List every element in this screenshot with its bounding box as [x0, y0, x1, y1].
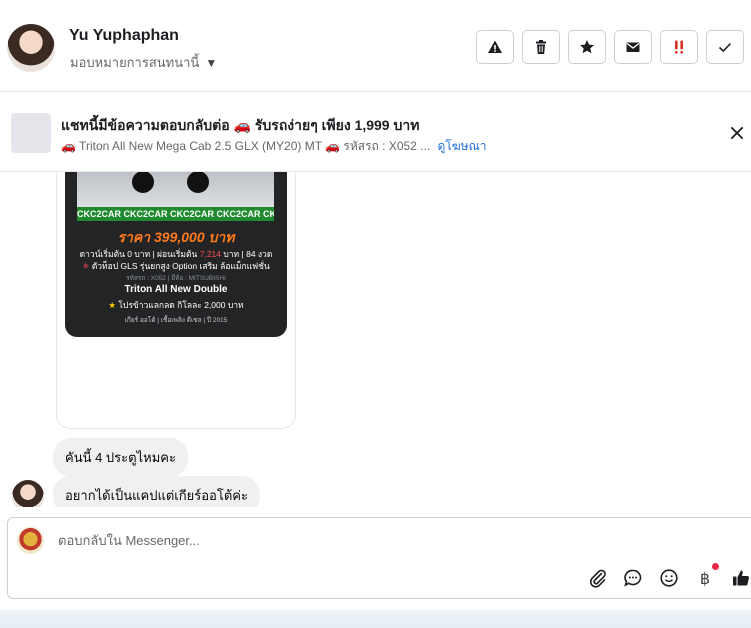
smiley-icon — [660, 569, 678, 587]
delete-button[interactable] — [522, 30, 560, 64]
contact-avatar[interactable] — [7, 24, 55, 72]
poster-feature-line: ✳ ตัวท็อป GLS รุ่นยกสูง Option เสริม ล้อ… — [65, 259, 287, 273]
poster-installment: 7,214 — [199, 249, 222, 259]
star-icon: ★ — [108, 300, 116, 310]
reply-composer: ฿ — [7, 517, 751, 599]
mark-done-button[interactable] — [706, 30, 744, 64]
report-spam-button[interactable] — [476, 30, 514, 64]
wheel-shape — [187, 172, 209, 193]
double-exclamation-icon — [675, 40, 683, 54]
wheel-shape — [132, 172, 154, 193]
header-toolbar — [476, 30, 744, 64]
warning-icon — [488, 40, 502, 53]
asterisk-icon: ✳ — [82, 261, 90, 271]
assign-conversation-dropdown[interactable]: มอบหมายการสนทนานี้ ▼ — [70, 52, 217, 73]
checkmark-icon — [718, 42, 732, 53]
incoming-message-bubble[interactable]: อยากได้เป็นแคปแต่เกียร์ออโต้ค่ะ — [53, 476, 260, 507]
car-ad-poster-image[interactable]: CKC2CAR CKC2CAR CKC2CAR CKC2CAR CKC2CAR … — [65, 172, 287, 337]
sender-avatar[interactable] — [12, 480, 44, 507]
chat-bubble-icon — [624, 569, 642, 587]
poster-promo-line: ★ โปรข้าวแลกลด กิโลละ 2,000 บาท — [65, 298, 287, 312]
poster-feature-text: ตัวท็อป GLS รุ่นยกสูง Option เสริม ล้อแม… — [91, 261, 270, 271]
page-footer-band — [0, 610, 751, 628]
message-thread[interactable]: CKC2CAR CKC2CAR CKC2CAR CKC2CAR CKC2CAR … — [0, 172, 751, 507]
attach-button[interactable] — [587, 567, 609, 589]
emoji-button[interactable] — [658, 567, 680, 589]
mark-unread-button[interactable] — [614, 30, 652, 64]
trash-icon — [536, 40, 546, 54]
thumbs-up-icon — [733, 570, 749, 586]
like-button[interactable] — [730, 567, 751, 589]
view-ad-link[interactable]: ดูโฆษณา — [438, 139, 487, 153]
poster-finance-tail: บาท | 84 งวด — [223, 249, 273, 259]
ad-thumbnail[interactable] — [11, 113, 51, 153]
paperclip-icon — [589, 569, 606, 588]
notification-dot — [712, 563, 719, 570]
poster-code-line: รหัสรถ : X052 | ยี่ห้อ : MITSUBISHI — [126, 275, 226, 282]
ad-subtitle-text: 🚗 Triton All New Mega Cab 2.5 GLX (MY20)… — [61, 139, 431, 153]
poster-price: ราคา 399,000 บาท — [117, 229, 235, 245]
caret-down-icon: ▼ — [205, 55, 218, 70]
poster-promo-text: โปรข้าวแลกลด กิโลละ 2,000 บาท — [118, 300, 244, 310]
baht-icon: ฿ — [699, 568, 711, 588]
shared-attachment-card[interactable]: CKC2CAR CKC2CAR CKC2CAR CKC2CAR CKC2CAR … — [56, 172, 296, 429]
envelope-icon — [626, 42, 640, 52]
page-avatar — [17, 527, 44, 554]
star-button[interactable] — [568, 30, 606, 64]
contact-name[interactable]: Yu Yuphaphan — [69, 27, 179, 45]
ad-context-bar: แชทนี้มีข้อความตอบกลับต่อ 🚗 รับรถง่ายๆ เ… — [0, 92, 751, 172]
reply-input[interactable] — [56, 532, 580, 549]
follow-up-button[interactable] — [660, 30, 698, 64]
incoming-message-bubble[interactable]: คันนี้ 4 ประตูไหมคะ — [53, 438, 188, 477]
poster-finance-text: ดาวน์เริ่มต้น 0 บาท | ผ่อนเริ่มต้น — [79, 249, 198, 259]
poster-spec-line: เกียร์ ออโต้ | เชื้อเพลิง ดีเซล | ปี 201… — [124, 317, 228, 324]
saved-replies-button[interactable] — [622, 567, 644, 589]
star-icon — [580, 40, 594, 54]
poster-model-name: Triton All New Double — [124, 284, 228, 295]
ad-title: แชทนี้มีข้อความตอบกลับต่อ 🚗 รับรถง่ายๆ เ… — [61, 117, 420, 133]
conversation-header: Yu Yuphaphan มอบหมายการสนทนานี้ ▼ — [0, 0, 751, 92]
payment-button[interactable]: ฿ — [694, 567, 716, 589]
assign-label: มอบหมายการสนทนานี้ — [70, 55, 200, 70]
poster-brand-strip: CKC2CAR CKC2CAR CKC2CAR CKC2CAR CKC2CAR — [77, 207, 274, 221]
close-icon[interactable] — [728, 124, 746, 142]
car-photo — [77, 172, 274, 207]
ad-subtitle: 🚗 Triton All New Mega Cab 2.5 GLX (MY20)… — [61, 137, 486, 156]
